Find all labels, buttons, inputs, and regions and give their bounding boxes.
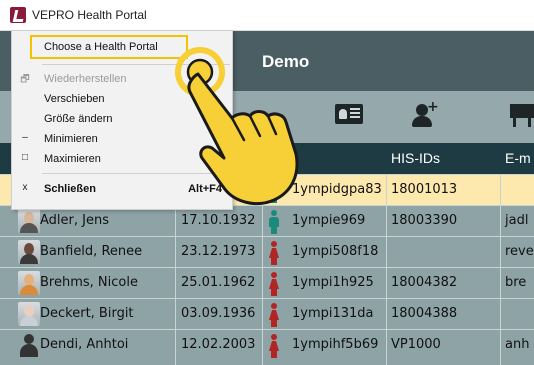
his-id-cell: VP1000: [391, 337, 441, 352]
column-header-email[interactable]: E-m: [505, 150, 531, 166]
email-cell: jadl: [505, 213, 529, 228]
his-id-cell: 18004382: [391, 275, 458, 290]
title-bar[interactable]: VEPRO Health Portal: [0, 0, 534, 31]
avatar: [18, 240, 40, 264]
patient-id-cell: 1ympie969: [292, 213, 366, 228]
dob-cell: 03.09.1936: [181, 306, 256, 321]
restore-icon: 🗗: [20, 74, 30, 85]
avatar: [18, 302, 40, 326]
patient-id-cell: 1ympi1h925: [292, 275, 374, 290]
dob-cell: 12.02.2003: [181, 337, 256, 352]
table-row[interactable]: Brehms, Nicole 25.01.1962 1ympi1h925 180…: [0, 267, 534, 299]
avatar: [18, 271, 40, 295]
table-row[interactable]: Dendi, Anhtoi 12.02.2003 1ympihf5b69 VP1…: [0, 329, 534, 365]
vepro-window: VEPRO Health Portal Demo + HIS-IDs E-m 3…: [0, 0, 534, 365]
menu-item-choose-health-portal[interactable]: Choose a Health Portal: [30, 35, 188, 59]
close-icon: x: [22, 182, 28, 193]
column-header-his-ids[interactable]: HIS-IDs: [391, 150, 440, 166]
window-title: VEPRO Health Portal: [32, 8, 147, 22]
patient-id-cell: 1ympi508f18: [292, 244, 379, 259]
table-row[interactable]: Banfield, Renee 23.12.1973 1ympi508f18 r…: [0, 236, 534, 268]
pointing-hand-icon: [175, 47, 299, 205]
dob-cell: 25.01.1962: [181, 275, 256, 290]
avatar: [18, 209, 40, 233]
table-row[interactable]: Deckert, Birgit 03.09.1936 1ympi131da 18…: [0, 298, 534, 330]
dob-cell: 17.10.1932: [181, 213, 256, 228]
id-card-icon[interactable]: [333, 100, 367, 130]
his-id-cell: 18001013: [391, 182, 458, 197]
email-cell: bre: [505, 275, 527, 290]
dob-cell: 23.12.1973: [181, 244, 256, 259]
minimize-icon: –: [22, 132, 28, 143]
email-cell: reve: [505, 244, 534, 259]
name-cell: Deckert, Birgit: [40, 306, 134, 321]
maximize-icon: □: [21, 152, 29, 163]
presentation-icon[interactable]: [510, 100, 534, 130]
name-cell: Dendi, Anhtoi: [40, 337, 129, 352]
male-icon: [268, 210, 280, 234]
vepro-logo-icon[interactable]: [10, 7, 26, 23]
female-icon: [268, 272, 280, 296]
name-cell: Banfield, Renee: [40, 244, 143, 259]
his-id-cell: 18003390: [391, 213, 458, 228]
name-cell: Brehms, Nicole: [40, 275, 138, 290]
patient-id-cell: 1ympi131da: [292, 306, 374, 321]
patient-id-cell: 1ympihf5b69: [292, 337, 379, 352]
his-id-cell: 18004388: [391, 306, 458, 321]
add-user-icon[interactable]: +: [408, 100, 442, 130]
female-icon: [268, 303, 280, 327]
name-cell: Adler, Jens: [40, 213, 109, 228]
female-icon: [268, 241, 280, 265]
default-avatar-icon: [18, 333, 40, 357]
email-cell: anh: [505, 337, 530, 352]
female-icon: [268, 334, 280, 358]
